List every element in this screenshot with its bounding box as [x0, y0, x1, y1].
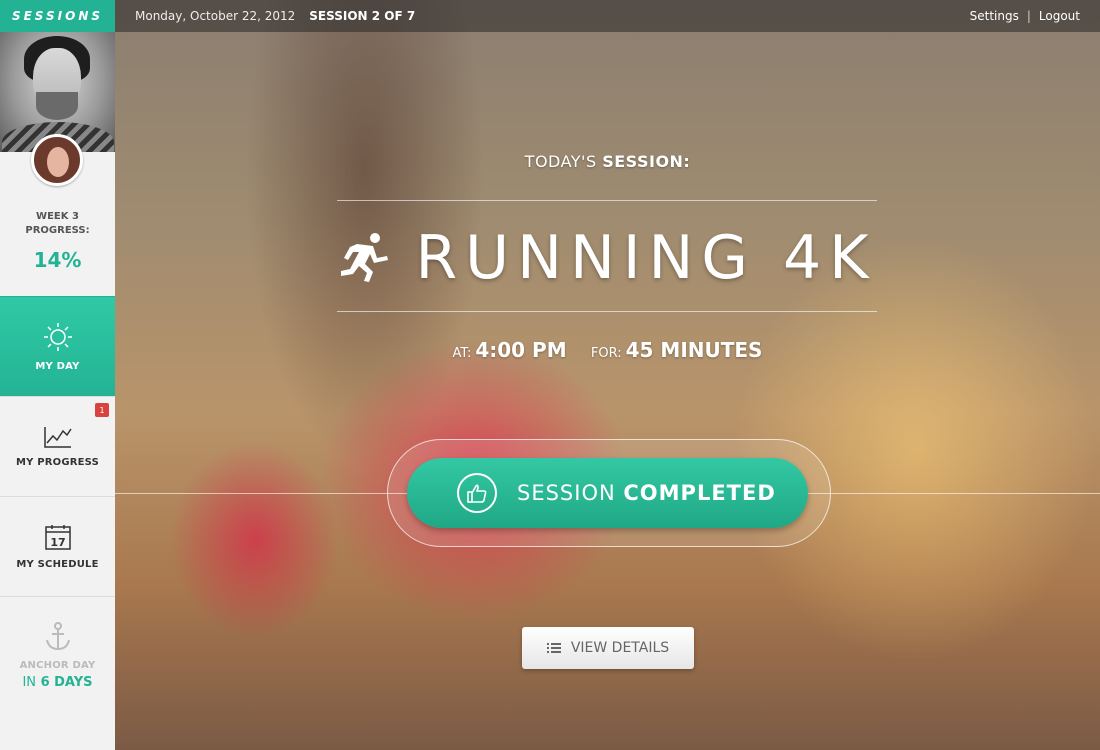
- anchor-day[interactable]: ANCHOR DAY IN 6 DAYS: [0, 596, 115, 714]
- session-time-details: AT: 4:00 PM FOR: 45 MINUTES: [115, 338, 1100, 362]
- duration-value: 45 MINUTES: [625, 338, 763, 362]
- anchor-day-label: ANCHOR DAY: [19, 659, 96, 671]
- sun-icon: [43, 323, 72, 351]
- nav-my-schedule-label: MY SCHEDULE: [16, 559, 99, 570]
- calendar-icon: 17: [44, 525, 71, 550]
- session-heading: TODAY'S SESSION:: [524, 152, 691, 171]
- nav-my-progress[interactable]: 1 MY PROGRESS: [0, 396, 115, 496]
- progress-value: 14%: [33, 248, 82, 272]
- svg-text:17: 17: [50, 536, 65, 549]
- runner-icon: [341, 233, 389, 282]
- anchor-icon: [45, 621, 70, 650]
- progress-label-text: PROGRESS:: [25, 225, 90, 236]
- session-title: RUNNING 4K: [415, 223, 877, 293]
- logout-link[interactable]: Logout: [1039, 9, 1080, 23]
- notification-badge: 1: [95, 403, 109, 417]
- title-top-rule: [337, 200, 877, 201]
- nav-my-day[interactable]: MY DAY: [0, 296, 115, 396]
- nav-my-progress-label: MY PROGRESS: [15, 457, 100, 468]
- top-bar: Monday, October 22, 2012 SESSION 2 OF 7 …: [115, 0, 1100, 32]
- sidebar: SESSIONS WEEK 3 PROGRESS: 14% MY DAY 1 M…: [0, 0, 115, 750]
- current-date: Monday, October 22, 2012: [135, 9, 296, 23]
- start-time-label: AT:: [452, 346, 472, 361]
- session-completed-button[interactable]: SESSION COMPLETED: [407, 458, 808, 528]
- list-icon: [546, 643, 561, 653]
- settings-link[interactable]: Settings: [970, 9, 1019, 23]
- session-count: SESSION 2 OF 7: [309, 9, 416, 23]
- session-completed-label: SESSION COMPLETED: [517, 481, 776, 505]
- thumbs-up-icon: [457, 473, 497, 513]
- app-logo[interactable]: SESSIONS: [0, 0, 115, 32]
- start-time-value: 4:00 PM: [475, 338, 567, 362]
- view-details-button[interactable]: VIEW DETAILS: [522, 627, 694, 669]
- nav-my-schedule[interactable]: 17 MY SCHEDULE: [0, 496, 115, 596]
- anchor-day-countdown: IN 6 DAYS: [22, 674, 93, 690]
- chart-icon: [43, 427, 72, 448]
- link-separator: |: [1026, 9, 1031, 23]
- session-title-row: RUNNING 4K: [337, 216, 877, 300]
- partner-avatar[interactable]: [31, 134, 83, 186]
- progress-label-week: WEEK 3: [36, 211, 79, 222]
- title-bottom-rule: [337, 311, 877, 312]
- duration-label: FOR:: [590, 346, 622, 361]
- view-details-label: VIEW DETAILS: [570, 640, 670, 656]
- main-content: Monday, October 22, 2012 SESSION 2 OF 7 …: [115, 0, 1100, 750]
- nav-my-day-label: MY DAY: [35, 361, 80, 372]
